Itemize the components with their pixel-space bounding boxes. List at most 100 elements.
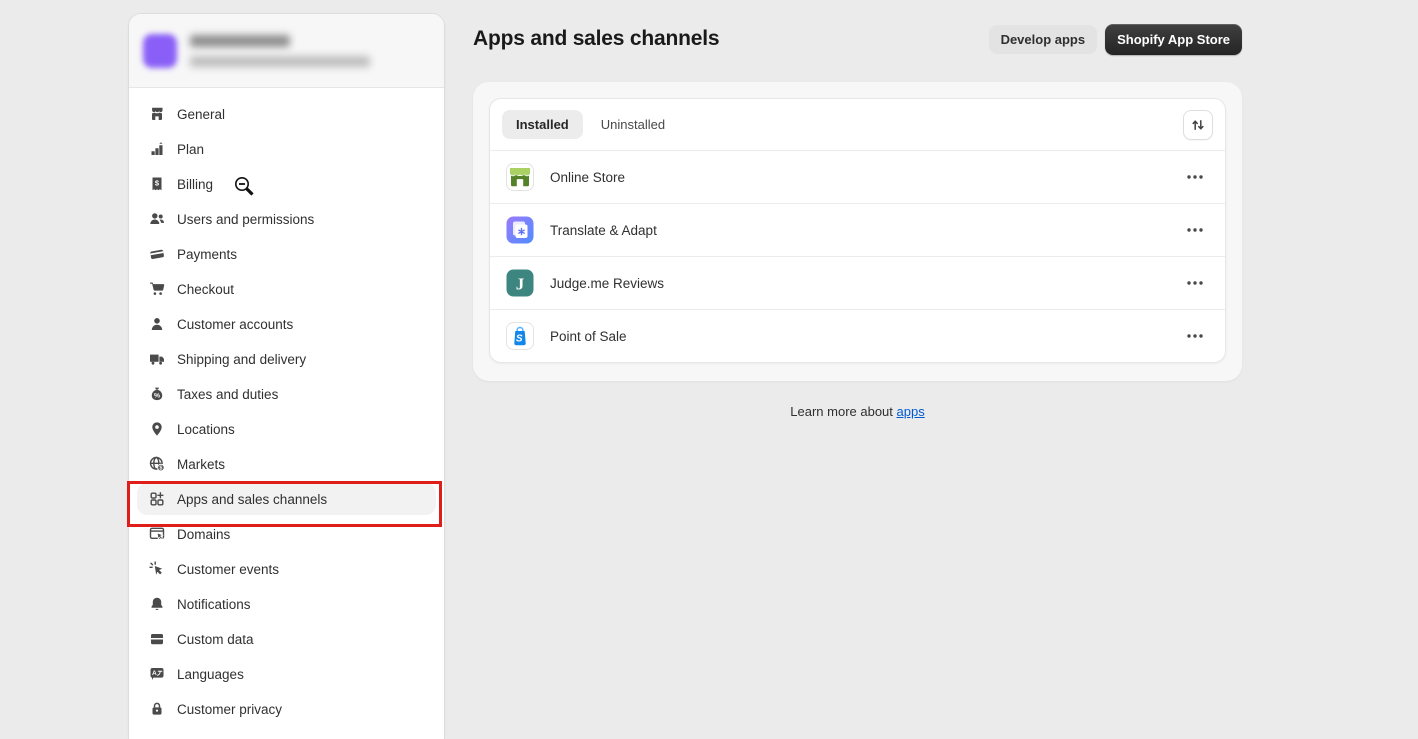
sort-button[interactable] bbox=[1183, 110, 1213, 140]
sidebar-item-locations[interactable]: Locations bbox=[137, 413, 436, 445]
app-row-online-store[interactable]: Online Store bbox=[490, 151, 1225, 203]
sidebar-item-label: Domains bbox=[177, 527, 230, 542]
app-row-translate-adapt[interactable]: Translate & Adapt bbox=[490, 203, 1225, 256]
sidebar-item-label: Notifications bbox=[177, 597, 251, 612]
sidebar-item-apps-and-sales-channels[interactable]: Apps and sales channels bbox=[137, 483, 436, 515]
sidebar-item-taxes-and-duties[interactable]: % Taxes and duties bbox=[137, 378, 436, 410]
sidebar-item-plan[interactable]: Plan bbox=[137, 133, 436, 165]
sidebar-item-customer-privacy[interactable]: Customer privacy bbox=[137, 693, 436, 725]
apps-card-header: Installed Uninstalled bbox=[490, 99, 1225, 151]
sidebar-item-label: Shipping and delivery bbox=[177, 352, 306, 367]
sort-arrows-icon bbox=[1190, 117, 1206, 133]
apps-card: Installed Uninstalled Onl bbox=[489, 98, 1226, 363]
app-row-point-of-sale[interactable]: S Point of Sale bbox=[490, 309, 1225, 362]
row-menu-button[interactable] bbox=[1181, 322, 1209, 350]
sidebar-item-label: Customer accounts bbox=[177, 317, 293, 332]
point-of-sale-app-icon: S bbox=[506, 322, 534, 350]
horizontal-dots-icon bbox=[1185, 167, 1205, 187]
develop-apps-button[interactable]: Develop apps bbox=[989, 25, 1098, 54]
map-pin-icon bbox=[149, 421, 165, 437]
zoom-out-cursor-icon bbox=[233, 175, 257, 199]
lock-icon bbox=[149, 701, 165, 717]
sidebar-item-label: Billing bbox=[177, 177, 213, 192]
sidebar-item-checkout[interactable]: Checkout bbox=[137, 273, 436, 305]
person-icon bbox=[149, 316, 165, 332]
sidebar-item-label: Apps and sales channels bbox=[177, 492, 327, 507]
header-actions: Develop apps Shopify App Store bbox=[900, 24, 1242, 55]
sidebar-item-users-and-permissions[interactable]: Users and permissions bbox=[137, 203, 436, 235]
truck-icon bbox=[149, 351, 165, 367]
sidebar-item-label: Locations bbox=[177, 422, 235, 437]
sidebar-item-custom-data[interactable]: Custom data bbox=[137, 623, 436, 655]
translate-icon: A bbox=[149, 666, 165, 682]
plan-chart-icon bbox=[149, 141, 165, 157]
sidebar-item-label: Payments bbox=[177, 247, 237, 262]
sidebar-item-label: Markets bbox=[177, 457, 225, 472]
apps-grid-icon bbox=[149, 491, 165, 507]
tab-uninstalled[interactable]: Uninstalled bbox=[587, 110, 679, 139]
sidebar-item-label: Languages bbox=[177, 667, 244, 682]
app-name: Point of Sale bbox=[550, 329, 627, 344]
globe-dollar-icon: $ bbox=[149, 456, 165, 472]
online-store-app-icon bbox=[506, 163, 534, 191]
sidebar-item-label: Plan bbox=[177, 142, 204, 157]
settings-nav: General Plan $ Billing Users and permiss… bbox=[129, 88, 444, 725]
billing-receipt-icon: $ bbox=[149, 176, 165, 192]
row-menu-button[interactable] bbox=[1181, 163, 1209, 191]
checkout-cart-icon bbox=[149, 281, 165, 297]
sidebar-item-label: Customer events bbox=[177, 562, 279, 577]
app-name: Translate & Adapt bbox=[550, 223, 657, 238]
sidebar-item-customer-accounts[interactable]: Customer accounts bbox=[137, 308, 436, 340]
tax-bag-icon: % bbox=[149, 386, 165, 402]
row-menu-button[interactable] bbox=[1181, 216, 1209, 244]
store-email-blurred bbox=[190, 56, 370, 67]
data-box-icon bbox=[149, 631, 165, 647]
payments-card-icon bbox=[149, 246, 165, 262]
horizontal-dots-icon bbox=[1185, 326, 1205, 346]
domains-browser-icon bbox=[149, 526, 165, 542]
horizontal-dots-icon bbox=[1185, 220, 1205, 240]
sidebar-item-domains[interactable]: Domains bbox=[137, 518, 436, 550]
store-header bbox=[129, 14, 444, 88]
shopify-app-store-button[interactable]: Shopify App Store bbox=[1105, 24, 1242, 55]
tab-installed[interactable]: Installed bbox=[502, 110, 583, 139]
svg-text:$: $ bbox=[159, 466, 162, 472]
app-name: Judge.me Reviews bbox=[550, 276, 664, 291]
storefront-icon bbox=[149, 106, 165, 122]
learn-more-text: Learn more about bbox=[790, 404, 896, 419]
svg-text:S: S bbox=[516, 334, 523, 345]
sidebar-item-label: Users and permissions bbox=[177, 212, 314, 227]
users-icon bbox=[149, 211, 165, 227]
sidebar-item-label: Customer privacy bbox=[177, 702, 282, 717]
svg-text:J: J bbox=[516, 275, 525, 294]
bell-icon bbox=[149, 596, 165, 612]
judgeme-app-icon: J bbox=[506, 269, 534, 297]
sidebar-item-languages[interactable]: A Languages bbox=[137, 658, 436, 690]
sidebar-item-notifications[interactable]: Notifications bbox=[137, 588, 436, 620]
apps-list: Online Store Translate & Adapt bbox=[490, 151, 1225, 362]
sidebar-item-shipping-and-delivery[interactable]: Shipping and delivery bbox=[137, 343, 436, 375]
store-avatar bbox=[142, 33, 178, 69]
translate-adapt-app-icon bbox=[506, 216, 534, 244]
cursor-spark-icon bbox=[149, 561, 165, 577]
row-menu-button[interactable] bbox=[1181, 269, 1209, 297]
sidebar-item-label: Checkout bbox=[177, 282, 234, 297]
sidebar-item-label: Taxes and duties bbox=[177, 387, 278, 402]
sidebar-item-general[interactable]: General bbox=[137, 98, 436, 130]
apps-link[interactable]: apps bbox=[897, 404, 925, 419]
page-title: Apps and sales channels bbox=[473, 27, 719, 51]
sidebar-item-payments[interactable]: Payments bbox=[137, 238, 436, 270]
sidebar-item-markets[interactable]: $ Markets bbox=[137, 448, 436, 480]
app-name: Online Store bbox=[550, 170, 625, 185]
app-row-judgeme-reviews[interactable]: J Judge.me Reviews bbox=[490, 256, 1225, 309]
sidebar-item-customer-events[interactable]: Customer events bbox=[137, 553, 436, 585]
sidebar-item-label: Custom data bbox=[177, 632, 254, 647]
settings-sidebar: General Plan $ Billing Users and permiss… bbox=[129, 14, 444, 739]
apps-section: Installed Uninstalled Onl bbox=[473, 82, 1242, 381]
learn-more-note: Learn more about apps bbox=[473, 404, 1242, 419]
svg-text:%: % bbox=[154, 393, 160, 400]
store-name-blurred bbox=[190, 35, 290, 47]
sidebar-item-billing[interactable]: $ Billing bbox=[137, 168, 436, 200]
horizontal-dots-icon bbox=[1185, 273, 1205, 293]
svg-text:A: A bbox=[152, 670, 157, 677]
